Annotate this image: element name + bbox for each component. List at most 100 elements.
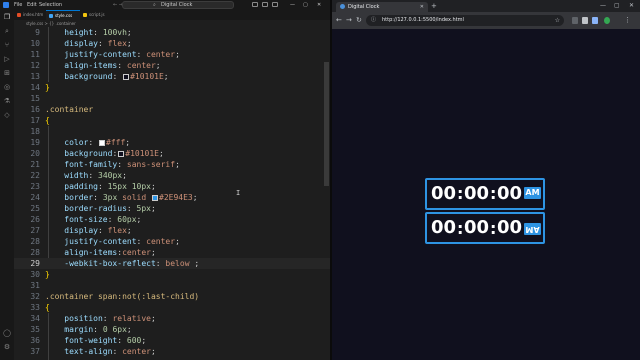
clock-colon: : (490, 184, 497, 203)
vscode-logo-icon (3, 2, 9, 8)
code-line: 32 .container span:not(:last-child) (30, 292, 200, 301)
command-center-search[interactable]: ⌕ Digital Clock (122, 1, 234, 9)
source-control-icon[interactable]: ⑂ (2, 40, 12, 50)
bookmark-star-icon[interactable]: ☆ (555, 15, 560, 26)
clock-ampm-reflected: AM (524, 223, 541, 235)
browser-toolbar: ← → ↻ ⓘ http://127.0.0.1:5500/index.html… (332, 12, 640, 29)
docker-icon[interactable]: ◇ (2, 110, 12, 120)
menu-kebab-icon[interactable]: ⋮ (624, 12, 631, 29)
code-line: 33{ (30, 303, 50, 312)
maximize-icon[interactable]: ▢ (614, 0, 620, 11)
toggle-secondary-sidebar-icon[interactable] (272, 2, 278, 7)
css-file-icon (49, 14, 53, 18)
toggle-panel-icon[interactable] (262, 2, 268, 7)
tab-style-css[interactable]: style.css (46, 10, 80, 20)
forward-icon[interactable]: → (346, 12, 352, 29)
clock-hours-reflected: 00 (431, 217, 457, 238)
clock-minutes-reflected: 00 (464, 217, 490, 238)
code-line: 10 display: flex; (30, 39, 132, 48)
tab-label: index.htm (23, 12, 44, 17)
close-icon[interactable]: ✕ (629, 0, 634, 11)
browser-tab-title: Digital Clock (348, 4, 380, 10)
menu-file[interactable]: File (14, 1, 22, 9)
code-editor[interactable]: 9 height: 100vh; 10 display: flex; 11 ju… (14, 27, 330, 360)
code-line: 18 (30, 127, 40, 136)
code-line: 15 (30, 94, 40, 103)
color-swatch[interactable] (99, 140, 105, 146)
tab-label: style.css (55, 13, 73, 18)
clock-container: 00 : 00 : 00 AM (425, 178, 545, 210)
code-line: 22 width: 340px; (30, 171, 127, 180)
maximize-icon[interactable]: ▢ (303, 1, 308, 9)
text-cursor-icon: I (236, 189, 241, 197)
profile-icon[interactable] (592, 17, 598, 24)
menu-edit[interactable]: Edit (27, 1, 37, 9)
favicon-icon (340, 4, 345, 9)
tab-index-html[interactable]: index.htm (14, 10, 46, 20)
extensions-icon[interactable]: ⊞ (2, 68, 12, 78)
vscode-window: File Edit Selection ← → ⌕ Digital Clock … (0, 0, 330, 360)
toggle-sidebar-icon[interactable] (252, 2, 258, 7)
code-line: 36 font-weight: 600; (30, 336, 147, 345)
extensions-puzzle-icon[interactable] (582, 17, 588, 24)
editor-scrollbar[interactable] (324, 62, 329, 186)
code-line: 11 justify-content: center; (30, 50, 180, 59)
browser-tabstrip: Digital Clock ✕ + — ▢ ✕ (332, 0, 640, 12)
clock-reflection: 00 : 00 : 00 AM (425, 212, 545, 244)
minimize-icon[interactable]: — (290, 1, 295, 9)
account-icon[interactable]: ◯ (2, 328, 12, 338)
code-line: 37 text-align: center; (30, 347, 156, 356)
search-icon: ⌕ (153, 2, 156, 8)
command-center-text: Digital Clock (161, 2, 193, 8)
clock-colon-reflected: : (490, 219, 497, 238)
code-line: 24 border: 3px solid #2E94E3; (30, 193, 198, 202)
code-line: 30} (30, 270, 50, 279)
code-line-current: 29 -webkit-box-reflect: below ; (14, 258, 330, 269)
avatar[interactable] (604, 17, 610, 24)
code-line: 31 (30, 281, 40, 290)
editor-tabs: index.htm style.css script.js (14, 10, 330, 20)
js-file-icon (83, 13, 87, 17)
code-line: 25 border-radius: 5px; (30, 204, 156, 213)
code-line: 12 align-items: center; (30, 61, 161, 70)
search-icon[interactable]: ⌕ (2, 26, 12, 36)
close-icon[interactable]: ✕ (317, 1, 321, 9)
breadcrumb[interactable]: style.css > {} .container (14, 20, 330, 27)
code-line: 19 color: #fff; (30, 138, 131, 147)
tab-script-js[interactable]: script.js (80, 10, 112, 20)
browser-tab[interactable]: Digital Clock ✕ (336, 2, 428, 12)
testing-icon[interactable]: ⚗ (2, 96, 12, 106)
color-swatch[interactable] (118, 151, 125, 157)
color-swatch[interactable] (152, 195, 159, 201)
clock-minutes: 00 (464, 183, 490, 204)
remote-explorer-icon[interactable]: ◎ (2, 82, 12, 92)
reload-icon[interactable]: ↻ (356, 12, 362, 29)
clock-hours: 00 (431, 183, 457, 204)
extension-icon[interactable] (572, 17, 578, 24)
clock-ampm: AM (524, 187, 541, 199)
manage-gear-icon[interactable]: ⚙ (2, 342, 12, 352)
run-debug-icon[interactable]: ▷ (2, 54, 12, 64)
html-file-icon (17, 13, 21, 17)
code-line: 21 font-family: sans-serif; (30, 160, 180, 169)
code-line: 27 display: flex; (30, 226, 132, 235)
browser-window: Digital Clock ✕ + — ▢ ✕ ← → ↻ ⓘ http://1… (332, 0, 640, 360)
close-tab-icon[interactable]: ✕ (420, 2, 424, 12)
clock-inner-reflected: 00 : 00 : 00 AM (427, 214, 543, 242)
clock-colon: : (457, 184, 464, 203)
address-bar[interactable]: ⓘ http://127.0.0.1:5500/index.html ☆ (366, 15, 564, 26)
back-icon[interactable]: ← (336, 12, 342, 29)
page-viewport: 00 : 00 : 00 AM 00 : 00 : 00 AM (332, 29, 640, 360)
code-line: 13 background: #10101E; (30, 72, 169, 81)
clock-seconds-reflected: 00 (497, 217, 523, 238)
code-line: 17{ (30, 116, 50, 125)
explorer-icon[interactable]: ❐ (2, 12, 12, 22)
new-tab-icon[interactable]: + (431, 2, 437, 11)
site-info-icon[interactable]: ⓘ (371, 15, 376, 26)
menu-selection[interactable]: Selection (39, 1, 62, 9)
tab-label: script.js (89, 12, 105, 17)
code-line: 28 justify-content: center; (30, 237, 180, 246)
color-swatch[interactable] (123, 74, 130, 80)
minimize-icon[interactable]: — (600, 0, 606, 11)
clock-seconds: 00 (497, 183, 523, 204)
